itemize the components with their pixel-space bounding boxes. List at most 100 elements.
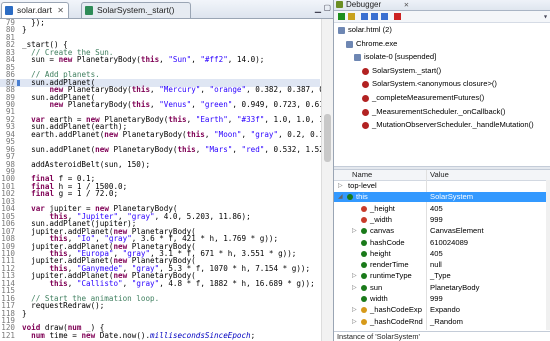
field-pub-icon bbox=[361, 250, 367, 257]
variable-row[interactable]: height 405 bbox=[334, 249, 546, 259]
variable-value: PlanetaryBody bbox=[430, 282, 480, 292]
stack-frame-icon bbox=[362, 108, 369, 116]
tab-solarsystem-start[interactable]: SolarSystem._start() bbox=[81, 2, 192, 18]
tab-label: solar.dart bbox=[17, 5, 52, 15]
code-area[interactable]: 79 }); 80} 81 82 _start() {83 // Create the … bbox=[0, 18, 333, 341]
close-tab-icon[interactable]: ✕ bbox=[57, 3, 64, 18]
variable-row[interactable]: ▷ canvas CanvasElement bbox=[334, 226, 546, 236]
stop-icon[interactable] bbox=[394, 13, 401, 20]
debugger-tab-bar: Debugger ✕ bbox=[334, 0, 550, 11]
variable-row[interactable]: ▷ _hashCodeExp Expando bbox=[334, 305, 546, 315]
instruction-pointer-marker bbox=[17, 79, 20, 86]
variable-row[interactable]: ▷ runtimeType _Type bbox=[334, 271, 546, 281]
variable-row[interactable]: _width 999 bbox=[334, 215, 546, 225]
tree-item-label: isolate-0 [suspended] bbox=[364, 52, 437, 62]
debug-icon bbox=[336, 1, 343, 8]
process-icon bbox=[346, 40, 353, 48]
variable-name: hashCode bbox=[370, 237, 405, 247]
editor-scrollbar[interactable] bbox=[321, 19, 333, 341]
field-pub-icon bbox=[361, 239, 367, 246]
variable-row[interactable]: _height 405 bbox=[334, 204, 546, 214]
field-priv-icon bbox=[361, 205, 367, 212]
field-pub-icon bbox=[361, 284, 367, 291]
variable-name: _hashCodeRnd bbox=[370, 316, 423, 326]
variable-value: _Random bbox=[430, 316, 463, 326]
expand-arrow-icon[interactable]: ▷ bbox=[352, 271, 357, 281]
variable-row[interactable]: ▷ sun PlanetaryBody bbox=[334, 283, 546, 293]
variable-name: _width bbox=[370, 214, 392, 224]
line-number: 121 bbox=[1, 330, 15, 340]
method-icon bbox=[85, 6, 93, 15]
variable-value: SolarSystem bbox=[430, 192, 474, 202]
expand-arrow-icon[interactable]: ▷ bbox=[352, 226, 357, 236]
field-prot-icon bbox=[361, 318, 367, 325]
tree-item-label: solar.html (2) bbox=[348, 25, 392, 34]
variables-scrollbar[interactable] bbox=[546, 180, 550, 330]
field-pub-icon bbox=[361, 296, 367, 302]
view-menu-icon[interactable]: ▾ bbox=[543, 12, 548, 21]
variable-name: width bbox=[370, 294, 388, 303]
variable-value: Expando bbox=[430, 305, 460, 315]
tree-item-label: _MutationObserverScheduler._handleMutati… bbox=[372, 120, 534, 130]
pause-icon[interactable] bbox=[348, 13, 355, 20]
maximize-icon[interactable]: ▢ bbox=[323, 3, 331, 12]
field-prot-icon bbox=[361, 307, 367, 314]
variable-row[interactable]: ▷ _hashCodeRnd _Random bbox=[334, 317, 546, 327]
dart-file-icon bbox=[5, 6, 13, 15]
name-column-header[interactable]: Name bbox=[352, 170, 372, 180]
tree-item-label: Chrome.exe bbox=[356, 38, 398, 48]
stack-frame-icon bbox=[362, 122, 369, 130]
stack-frame-icon bbox=[362, 67, 369, 75]
detail-pane: Instance of 'SolarSystem' bbox=[334, 331, 550, 341]
expand-arrow-icon[interactable]: ▷ bbox=[352, 317, 357, 327]
variable-name: renderTime bbox=[370, 260, 409, 270]
field-priv-icon bbox=[361, 216, 367, 223]
stack-frame-icon bbox=[362, 81, 369, 89]
expand-arrow-icon[interactable]: ▷ bbox=[352, 283, 357, 293]
expand-arrow-icon[interactable]: ▷ bbox=[352, 305, 357, 315]
variable-name: top-level bbox=[348, 181, 377, 190]
code-editor-pane[interactable]: solar.dart ✕ SolarSystem._start() ▁ ▢ 79… bbox=[0, 0, 334, 341]
field-pub-icon bbox=[361, 273, 367, 280]
variable-name: height bbox=[370, 248, 391, 258]
process-icon bbox=[338, 27, 345, 34]
variable-value: 610024089 bbox=[430, 237, 469, 247]
field-pub-icon bbox=[347, 194, 353, 201]
variable-row[interactable]: renderTime null bbox=[334, 260, 546, 270]
variable-row[interactable]: ▷ top-level bbox=[334, 181, 546, 191]
minimize-icon[interactable]: ▁ bbox=[315, 4, 321, 13]
resume-icon[interactable] bbox=[338, 13, 345, 20]
field-pub-icon bbox=[361, 262, 367, 269]
step-into-icon[interactable] bbox=[361, 13, 368, 20]
variable-name: canvas bbox=[370, 226, 395, 236]
variable-name: runtimeType bbox=[370, 271, 412, 281]
tab-solar-dart[interactable]: solar.dart ✕ bbox=[1, 2, 69, 18]
variable-name: sun bbox=[370, 282, 383, 292]
close-icon[interactable]: ✕ bbox=[404, 0, 409, 10]
variable-value: 999 bbox=[430, 294, 443, 303]
variables-view[interactable]: Name Value ▷ top-level ◢ this SolarSystem _he… bbox=[334, 170, 550, 330]
code-line[interactable]: 121 num time = new Date.now().millisecon… bbox=[0, 330, 320, 340]
variable-value: 999 bbox=[430, 214, 443, 224]
expand-arrow-icon[interactable]: ▷ bbox=[338, 181, 343, 191]
variable-row[interactable]: ◢ this SolarSystem bbox=[334, 192, 546, 203]
expanded-arrow-icon[interactable]: ◢ bbox=[338, 192, 343, 202]
variable-value: null bbox=[430, 260, 442, 270]
value-column-header[interactable]: Value bbox=[430, 170, 449, 180]
tree-item-label: SolarSystem.<anonymous closure>() bbox=[372, 79, 497, 89]
variable-row[interactable]: width 999 bbox=[334, 294, 546, 304]
variable-name: _hashCodeExp bbox=[370, 305, 422, 315]
scrollbar-thumb[interactable] bbox=[324, 114, 331, 162]
variable-row[interactable]: hashCode 610024089 bbox=[334, 238, 546, 248]
step-over-icon[interactable] bbox=[371, 13, 378, 20]
tree-item-label: SolarSystem._start() bbox=[372, 65, 442, 75]
line-text: num time = new Date.now().millisecondsSi… bbox=[31, 330, 256, 340]
variable-name: this bbox=[356, 192, 368, 202]
debugger-toolbar: ▾ bbox=[334, 11, 550, 23]
launch-tree[interactable]: solar.html (2) Chrome.exe isolate-0 [suspe… bbox=[334, 23, 550, 166]
variable-value: 405 bbox=[430, 203, 443, 213]
step-return-icon[interactable] bbox=[381, 13, 388, 20]
variable-value: CanvasElement bbox=[430, 226, 484, 236]
debugger-title[interactable]: Debugger bbox=[346, 0, 381, 10]
stack-frame-icon bbox=[362, 95, 369, 102]
